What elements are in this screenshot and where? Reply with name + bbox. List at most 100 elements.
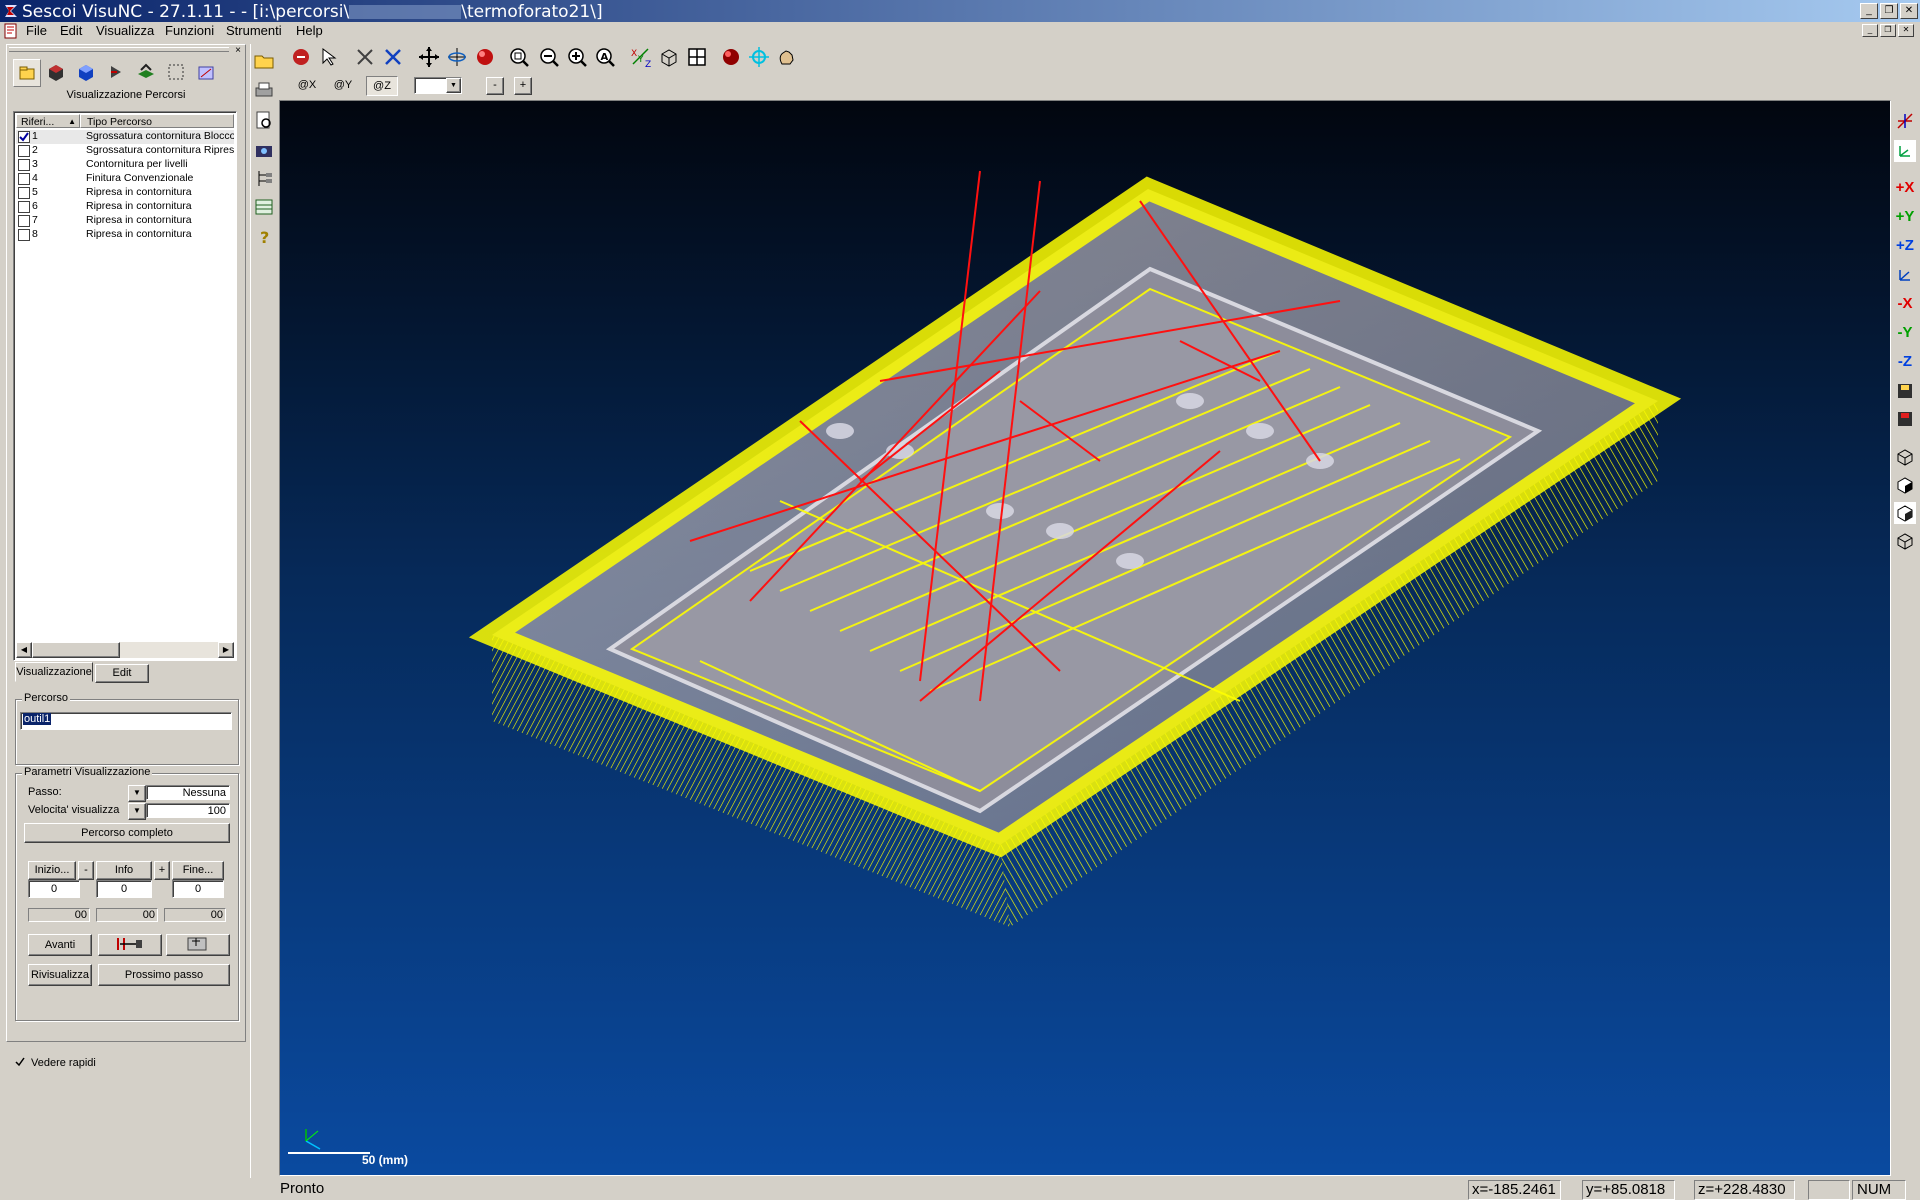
sphere-shade-icon[interactable] (718, 44, 744, 70)
step-back-button[interactable]: - (78, 861, 94, 880)
menu-edit[interactable]: Edit (60, 23, 82, 38)
path-checkbox[interactable] (18, 159, 30, 171)
scroll-thumb[interactable] (32, 642, 120, 658)
counter-end[interactable]: 0 (172, 880, 224, 898)
axes-toggle-icon[interactable] (1894, 110, 1916, 132)
mdi-minimize-button[interactable]: _ (1862, 24, 1878, 37)
tab-layers-icon[interactable] (133, 59, 159, 85)
close-button[interactable]: ✕ (1900, 3, 1918, 19)
tool-position-button[interactable] (98, 934, 162, 956)
view-plus-z[interactable]: +Z (1894, 235, 1916, 257)
panel-grip[interactable] (9, 47, 229, 52)
tab-selection-icon[interactable] (163, 59, 189, 85)
view-minus-y[interactable]: -Y (1894, 322, 1916, 344)
four-views-icon[interactable] (684, 44, 710, 70)
3d-viewport[interactable]: 50 (mm) (279, 100, 1891, 1176)
view-minus-x[interactable]: -X (1894, 293, 1916, 315)
zoom-all-icon[interactable]: A (592, 44, 618, 70)
menu-visualizza[interactable]: Visualizza (96, 23, 154, 38)
tab-paths-icon[interactable] (13, 59, 41, 87)
simulate-icon[interactable] (288, 44, 314, 70)
minimize-button[interactable]: _ (1860, 3, 1878, 19)
shade-icon[interactable] (472, 44, 498, 70)
menu-funzioni[interactable]: Funzioni (165, 23, 214, 38)
cube-front-icon[interactable] (1894, 502, 1916, 524)
step-forward-button[interactable]: + (154, 861, 170, 880)
view-minus-button[interactable]: - (486, 77, 504, 95)
open-folder-icon[interactable] (251, 48, 277, 74)
full-path-button[interactable]: Percorso completo (24, 823, 230, 843)
speed-dropdown-button[interactable]: ▼ (128, 803, 146, 820)
column-header-type[interactable]: Tipo Percorso (80, 114, 234, 128)
zoom-window-icon[interactable] (506, 44, 532, 70)
scroll-left-button[interactable]: ◀ (16, 642, 32, 658)
path-checkbox[interactable] (18, 215, 30, 227)
print-icon[interactable] (251, 78, 277, 104)
path-checkbox[interactable] (18, 229, 30, 241)
list-item[interactable]: 3 Contornitura per livelli (16, 158, 234, 172)
view-z-button[interactable]: @Z (366, 76, 398, 96)
list-item[interactable]: 5 Ripresa in contornitura (16, 186, 234, 200)
cube-back-icon[interactable] (1894, 530, 1916, 552)
maximize-button[interactable]: ❐ (1880, 3, 1898, 19)
list-item[interactable]: 1 Sgrossatura contornitura Blocco (16, 130, 234, 144)
document-icon[interactable] (3, 23, 19, 39)
load-view-icon[interactable] (1894, 408, 1916, 430)
view-iso-icon[interactable] (1894, 140, 1916, 162)
pan-icon[interactable] (416, 44, 442, 70)
view-plus-y[interactable]: +Y (1894, 206, 1916, 228)
tab-visualizzazione[interactable]: Visualizzazione (15, 662, 93, 682)
start-button[interactable]: Inizio... (28, 861, 76, 880)
view-select[interactable]: ▼ (414, 77, 462, 94)
cut-icon[interactable] (380, 44, 406, 70)
list-item[interactable]: 7 Ripresa in contornitura (16, 214, 234, 228)
list-item[interactable]: 2 Sgrossatura contornitura Ripresa (16, 144, 234, 158)
counter-info[interactable]: 0 (96, 880, 152, 898)
view-custom-icon[interactable] (1894, 264, 1916, 286)
path-checkbox[interactable] (18, 131, 30, 143)
view-minus-z[interactable]: -Z (1894, 351, 1916, 373)
list-item[interactable]: 4 Finitura Convenzionale (16, 172, 234, 186)
target-icon[interactable] (746, 44, 772, 70)
end-button[interactable]: Fine... (172, 861, 224, 880)
tab-tool-icon[interactable] (103, 59, 129, 85)
prossimo-passo-button[interactable]: Prossimo passo (98, 964, 230, 986)
list-item[interactable]: 8 Ripresa in contornitura (16, 228, 234, 242)
menu-help[interactable]: Help (296, 23, 323, 38)
cube-solid-icon[interactable] (1894, 474, 1916, 496)
mdi-close-button[interactable]: ✕ (1898, 24, 1914, 37)
help-icon[interactable]: ? (251, 224, 277, 250)
tab-solid-icon[interactable] (43, 59, 69, 85)
hand-icon[interactable] (774, 44, 800, 70)
view-plus-x[interactable]: +X (1894, 177, 1916, 199)
tool-view-button[interactable] (166, 934, 230, 956)
screenshot-icon[interactable] (251, 138, 277, 164)
counter-start[interactable]: 0 (28, 880, 80, 898)
vedere-rapidi-checkbox[interactable] (15, 1057, 25, 1067)
scroll-right-button[interactable]: ▶ (218, 642, 234, 658)
passo-dropdown-button[interactable]: ▼ (128, 785, 146, 802)
view-plus-button[interactable]: + (514, 77, 532, 95)
path-checkbox[interactable] (18, 187, 30, 199)
tab-settings-icon[interactable] (193, 59, 219, 85)
info-button[interactable]: Info (96, 861, 152, 880)
view-select-arrow[interactable]: ▼ (446, 78, 461, 93)
passo-field[interactable]: Nessuna (146, 785, 230, 800)
axes-xyz-icon[interactable]: XYZ (628, 44, 654, 70)
path-checkbox[interactable] (18, 145, 30, 157)
delete-icon[interactable] (352, 44, 378, 70)
avanti-button[interactable]: Avanti (28, 934, 92, 956)
zoom-in-icon[interactable] (564, 44, 590, 70)
view-x-button[interactable]: @X (292, 76, 322, 94)
panel-close-icon[interactable]: × (233, 46, 243, 56)
horizontal-scrollbar[interactable]: ◀ ▶ (16, 642, 234, 658)
save-view-icon[interactable] (1894, 380, 1916, 402)
path-list[interactable]: Riferi... ▲ Tipo Percorso 1 Sgrossatura co… (13, 111, 237, 661)
pointer-icon[interactable] (316, 44, 342, 70)
mdi-restore-button[interactable]: ❐ (1880, 24, 1896, 37)
list-item[interactable]: 6 Ripresa in contornitura (16, 200, 234, 214)
tab-cube-icon[interactable] (73, 59, 99, 85)
zoom-out-icon[interactable] (536, 44, 562, 70)
print-preview-icon[interactable] (251, 108, 277, 134)
wireframe-box-icon[interactable] (656, 44, 682, 70)
